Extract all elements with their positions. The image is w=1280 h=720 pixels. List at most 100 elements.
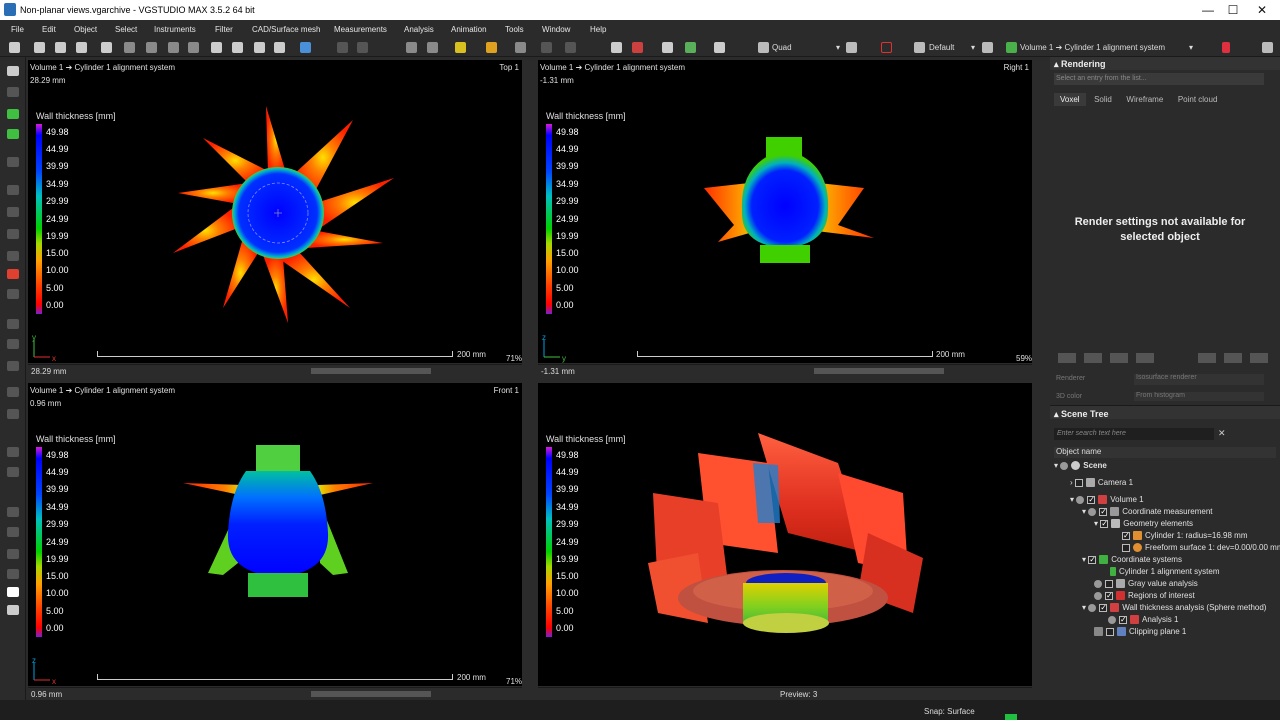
erase-icon[interactable] — [7, 289, 19, 299]
menu-object[interactable]: Object — [74, 25, 97, 34]
tree-item-camera[interactable]: › Camera 1 — [1052, 477, 1278, 489]
tree-item-alignment-system[interactable]: Cylinder 1 alignment system — [1052, 566, 1278, 578]
slice-slider[interactable] — [311, 691, 431, 697]
mode2-icon[interactable] — [1084, 353, 1102, 363]
checkbox[interactable] — [1105, 579, 1113, 588]
roi-tool-icon[interactable] — [7, 129, 19, 139]
mode4-icon[interactable] — [1136, 353, 1154, 363]
eye-icon[interactable] — [1060, 461, 1069, 470]
tree-item-cylinder[interactable]: Cylinder 1: radius=16.98 mm — [1052, 530, 1278, 542]
preset-icon[interactable] — [914, 42, 925, 53]
minimize-button[interactable]: — — [1196, 2, 1220, 18]
checkbox[interactable] — [1099, 506, 1108, 518]
register2-icon[interactable] — [357, 42, 368, 53]
settings-icon[interactable] — [7, 605, 19, 615]
color-swatch-icon[interactable] — [7, 587, 19, 597]
brush-icon[interactable] — [7, 157, 19, 167]
save-all-icon[interactable] — [76, 42, 87, 53]
open-icon[interactable] — [34, 42, 45, 53]
crosshair-icon[interactable] — [611, 42, 622, 53]
tab-solid[interactable]: Solid — [1088, 93, 1118, 106]
checkbox[interactable] — [1074, 478, 1083, 487]
smooth-icon[interactable] — [7, 387, 19, 397]
scene-search-input[interactable]: Enter search text here — [1054, 428, 1214, 440]
measure-icon[interactable] — [515, 42, 526, 53]
overflow-icon[interactable] — [1262, 42, 1273, 53]
pin-icon[interactable] — [982, 42, 993, 53]
delete-icon[interactable] — [232, 42, 243, 53]
close-button[interactable]: ✕ — [1250, 2, 1274, 18]
menu-help[interactable]: Help — [590, 25, 606, 34]
analysis-icon[interactable] — [685, 42, 696, 53]
fill-icon[interactable] — [7, 269, 19, 279]
color-select[interactable]: From histogram — [1134, 392, 1264, 401]
tree-item-analysis[interactable]: Analysis 1 — [1052, 614, 1278, 626]
curve-icon[interactable] — [7, 549, 19, 559]
pen-icon[interactable] — [7, 87, 19, 97]
chevron-down-icon[interactable]: ▾ — [1189, 43, 1193, 52]
polygon-icon[interactable] — [7, 229, 19, 239]
viewport-3d[interactable]: Wall thickness [mm] 49.98 44.99 39.99 34… — [538, 383, 1032, 686]
new-icon[interactable] — [9, 42, 20, 53]
slice-slider[interactable] — [311, 368, 431, 374]
mode3-icon[interactable] — [1110, 353, 1128, 363]
grow-icon[interactable] — [7, 319, 19, 329]
fit-icon[interactable] — [662, 42, 673, 53]
tab-wireframe[interactable]: Wireframe — [1120, 93, 1169, 106]
menu-window[interactable]: Window — [542, 25, 570, 34]
distance-icon[interactable] — [427, 42, 438, 53]
copy-icon[interactable] — [188, 42, 199, 53]
lasso-icon[interactable] — [7, 251, 19, 261]
mode5-icon[interactable] — [1198, 353, 1216, 363]
maximize-button[interactable]: ☐ — [1221, 2, 1245, 18]
lock-icon[interactable] — [1094, 627, 1103, 637]
invert-icon[interactable] — [7, 409, 19, 419]
save-icon[interactable] — [55, 42, 66, 53]
viewport-right[interactable]: Volume 1 ➔ Cylinder 1 alignment system -… — [538, 60, 1032, 363]
plane-icon[interactable] — [406, 42, 417, 53]
primitive-icon[interactable] — [486, 42, 497, 53]
vertical-splitter[interactable] — [523, 60, 537, 700]
checkbox[interactable] — [1099, 602, 1108, 614]
layout-icon[interactable] — [758, 42, 769, 53]
line-icon[interactable] — [7, 527, 19, 537]
eye-icon[interactable] — [1094, 591, 1102, 600]
checkbox[interactable] — [1105, 590, 1113, 602]
register-icon[interactable] — [337, 42, 348, 53]
tab-voxel[interactable]: Voxel — [1054, 93, 1086, 106]
redo-icon[interactable] — [146, 42, 157, 53]
bookmark-icon[interactable] — [1222, 42, 1230, 53]
tree-item-regions-of-interest[interactable]: Regions of interest — [1052, 590, 1278, 602]
mode1-icon[interactable] — [1058, 353, 1076, 363]
tree-item-coordinate-measurement[interactable]: ▾ Coordinate measurement — [1052, 506, 1278, 518]
eye-icon[interactable] — [1094, 579, 1102, 588]
checkbox[interactable] — [1106, 627, 1114, 636]
chevron-down-icon[interactable]: ▾ — [971, 43, 975, 52]
chevron-down-icon[interactable]: ▾ — [836, 43, 840, 52]
renderer-select[interactable]: Isosurface renderer — [1134, 374, 1264, 385]
right-splitter[interactable] — [1033, 60, 1047, 700]
tree-item-gray-value[interactable]: Gray value analysis — [1052, 578, 1278, 590]
menu-tools[interactable]: Tools — [505, 25, 524, 34]
select-tool-icon[interactable] — [254, 42, 265, 53]
warning-icon[interactable] — [881, 42, 892, 53]
opening-icon[interactable] — [7, 361, 19, 371]
preview-level[interactable]: Preview: 3 — [780, 690, 817, 699]
shrink-icon[interactable] — [7, 339, 19, 349]
rect-icon[interactable] — [7, 185, 19, 195]
slice-slider[interactable] — [814, 368, 944, 374]
mode6-icon[interactable] — [1224, 353, 1242, 363]
checkbox[interactable] — [1122, 543, 1130, 552]
mode7-icon[interactable] — [1250, 353, 1268, 363]
checkbox[interactable] — [1119, 614, 1127, 626]
object-name-column[interactable]: Object name — [1054, 447, 1276, 458]
viewport-front[interactable]: Volume 1 ➔ Cylinder 1 alignment system 0… — [28, 383, 522, 686]
angle2-icon[interactable] — [565, 42, 576, 53]
import-icon[interactable] — [101, 42, 112, 53]
split-icon[interactable] — [7, 447, 19, 457]
tab-point-cloud[interactable]: Point cloud — [1172, 93, 1224, 106]
draw-icon[interactable] — [7, 507, 19, 517]
menu-cad-surface-mesh[interactable]: CAD/Surface mesh — [252, 25, 320, 34]
coord-system-icon[interactable] — [1006, 42, 1017, 53]
eye-icon[interactable] — [1108, 615, 1116, 624]
